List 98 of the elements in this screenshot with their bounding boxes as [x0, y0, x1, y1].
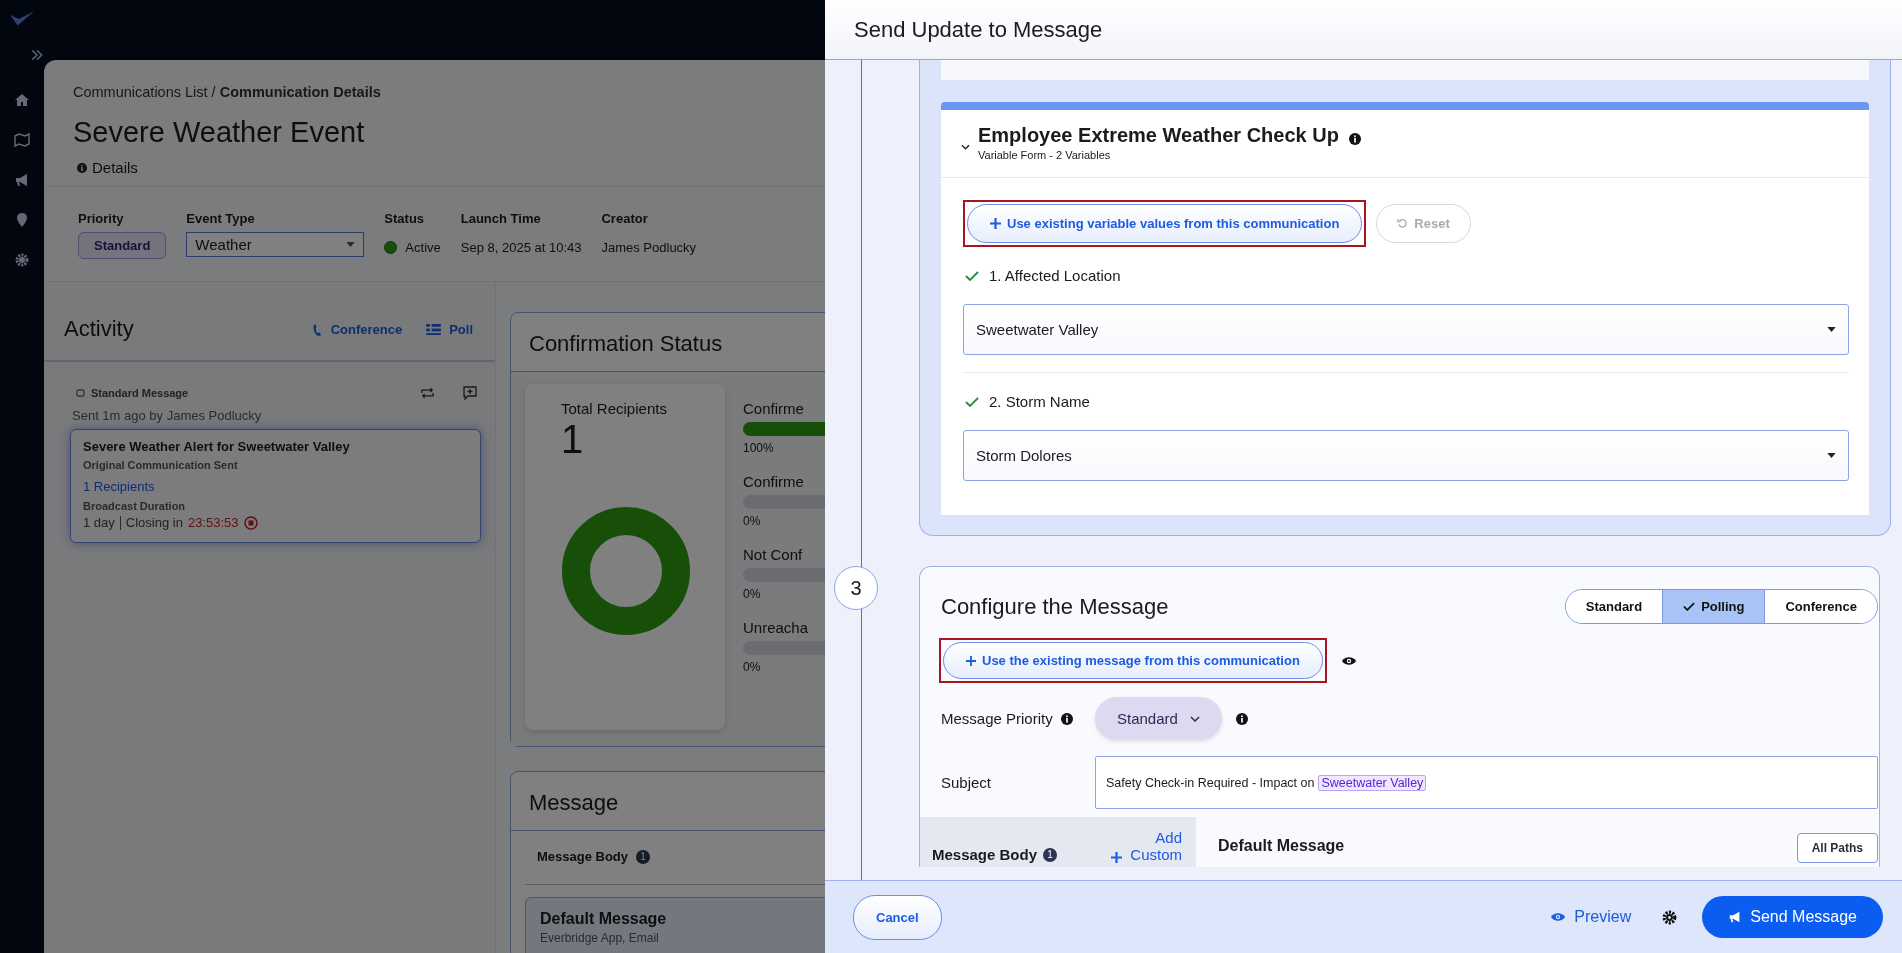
duration-label: Broadcast Duration — [83, 500, 187, 512]
mode-tab[interactable]: Conference — [1764, 590, 1877, 623]
stop-icon[interactable] — [243, 515, 258, 530]
message-paths: Everbridge App, Email — [540, 931, 660, 945]
eye-icon — [1550, 912, 1567, 922]
variable-label: 1. Affected Location — [989, 267, 1121, 284]
field-value: Sep 8, 2025 at 10:43 — [460, 239, 582, 255]
plus-icon — [990, 218, 1001, 229]
field-label: Creator — [601, 211, 649, 226]
repeat-icon[interactable] — [420, 387, 435, 399]
priority-dropdown[interactable]: Standard — [1095, 697, 1222, 740]
subject-field[interactable]: Safety Check-in Required - Impact on Sweetwater Valley — [1095, 756, 1878, 809]
closing-label: Closing in — [125, 515, 183, 530]
comment-add-icon[interactable] — [463, 386, 477, 400]
default-message-title: Default Message — [540, 910, 668, 928]
caret-icon — [1827, 453, 1836, 458]
info-icon — [77, 162, 87, 173]
cancel-button[interactable]: Cancel — [853, 894, 942, 940]
status-dot — [384, 241, 398, 254]
message-icon — [76, 388, 85, 398]
details-link[interactable]: Details — [77, 159, 796, 176]
event-type-select[interactable]: Weather — [186, 232, 365, 257]
message-card[interactable]: Severe Weather Alert for Sweetwater Valley Original Communication Sent 1 Recipients Broadcast Duration 1 day Closing in 23:53:53 — [70, 429, 481, 543]
caret-icon — [1827, 327, 1836, 332]
use-existing-message-button[interactable]: Use the existing message from this communication — [943, 642, 1323, 679]
use-existing-values-button[interactable]: Use existing variable values from this communication — [967, 204, 1363, 243]
field-label: Priority — [78, 211, 125, 226]
card-title: Confirmation Status — [529, 331, 724, 357]
card-title: Message — [529, 790, 620, 816]
drawer-title: Send Update to Message — [854, 16, 1103, 43]
step-number: 3 — [834, 566, 878, 610]
field-label: Status — [384, 211, 426, 226]
info-icon[interactable] — [1060, 712, 1073, 725]
conference-link[interactable]: Conference — [311, 321, 403, 337]
list-icon — [426, 323, 442, 335]
variable-select[interactable]: Sweetwater Valley — [963, 304, 1849, 355]
message-body-label: Message Body — [537, 849, 629, 864]
recipients-link[interactable]: 1 Recipients — [83, 479, 468, 494]
default-message-item[interactable]: Default Message Everbridge App, Email — [525, 897, 825, 953]
check-icon — [1683, 602, 1696, 611]
default-message-title: Default Message — [1218, 837, 1345, 855]
message-title: Severe Weather Alert for Sweetwater Valley — [83, 439, 351, 454]
chevron-icon — [1189, 715, 1200, 722]
message-type: Standard Message — [91, 387, 189, 399]
caret-icon — [346, 242, 356, 247]
stat-percent: 0% — [743, 587, 762, 601]
message-body-label: Message Body — [932, 846, 1038, 863]
plus-icon — [966, 655, 976, 666]
pin-icon[interactable] — [14, 212, 30, 228]
count-badge: 1 — [636, 849, 651, 864]
stat-label: Not Conf — [743, 546, 804, 563]
expand-icon[interactable] — [30, 48, 44, 62]
logo-icon — [9, 10, 35, 28]
variable-select[interactable]: Storm Dolores — [963, 430, 1849, 481]
info-icon[interactable] — [1235, 712, 1248, 725]
stat-label: Confirme — [743, 400, 805, 417]
stat-label: Unreacha — [743, 619, 810, 636]
message-subtitle: Original Communication Sent — [83, 459, 239, 471]
duration-value: 1 day — [83, 515, 115, 530]
info-icon[interactable] — [1348, 132, 1361, 145]
priority-label: Message Priority — [941, 710, 1053, 727]
map-icon[interactable] — [14, 132, 30, 148]
settings-icon[interactable] — [1661, 908, 1679, 926]
activity-title: Activity — [64, 316, 134, 342]
field-label: Event Type — [186, 211, 256, 226]
plus-icon — [1111, 852, 1122, 863]
chevron-icon[interactable] — [961, 143, 970, 150]
preview-button[interactable]: Preview — [1544, 907, 1638, 927]
stat-percent: 0% — [743, 514, 762, 528]
all-paths-button[interactable]: All Paths — [1796, 833, 1878, 863]
add-custom-link[interactable]: Add Custom — [1126, 829, 1182, 863]
form-title: Employee Extreme Weather Check Up — [978, 124, 1339, 147]
stat-label: Confirme — [743, 473, 805, 490]
send-message-button[interactable]: Send Message — [1702, 896, 1883, 938]
status-text: Active — [405, 240, 441, 255]
field-value: James Podlucky — [601, 239, 697, 255]
sent-info: Sent 1m ago by James Podlucky — [72, 408, 263, 423]
megaphone-icon[interactable] — [14, 172, 30, 188]
breadcrumb[interactable]: Communications List / Communication Details — [73, 84, 796, 100]
home-icon[interactable] — [14, 92, 30, 108]
section-title: Configure the Message — [941, 593, 1169, 620]
eye-icon[interactable] — [1340, 655, 1357, 666]
subject-label: Subject — [941, 774, 993, 791]
stat-percent: 0% — [743, 660, 762, 674]
phone-icon — [311, 322, 323, 336]
count-badge: 1 — [1043, 847, 1058, 862]
priority-badge: Standard — [78, 232, 167, 259]
undo-icon — [1397, 218, 1409, 229]
field-label: Launch Time — [460, 211, 542, 226]
total-count: 1 — [561, 417, 585, 462]
stat-percent: 100% — [743, 441, 775, 455]
variable-label: 2. Storm Name — [989, 393, 1090, 410]
mode-tab[interactable]: Polling — [1662, 590, 1765, 623]
countdown-timer: 23:53:53 — [187, 515, 239, 530]
total-label: Total Recipients — [561, 400, 668, 417]
form-subtitle: Variable Form - 2 Variables — [978, 149, 1112, 161]
page-title: Severe Weather Event — [73, 116, 366, 149]
poll-link[interactable]: Poll — [426, 321, 473, 337]
